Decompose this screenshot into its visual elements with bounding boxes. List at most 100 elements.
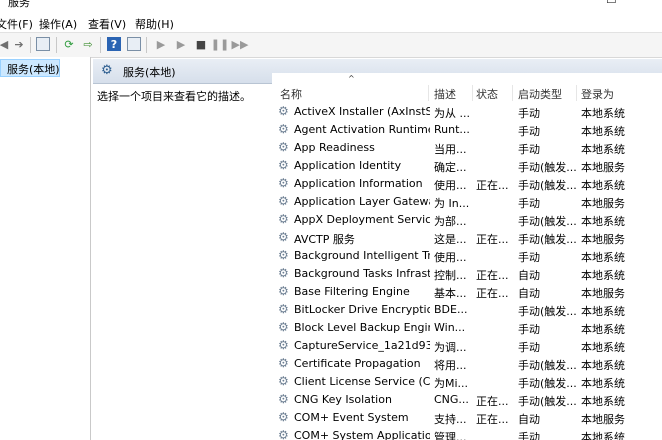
service-startup: 手动 [518,323,540,336]
table-row[interactable]: ⚙ AVCTP 服务 这是... 正在... 手动(触发... 本地服务 [272,228,662,246]
table-row[interactable]: ⚙ Application Identity 确定... 手动(触发... 本地服务 [272,156,662,174]
service-gear-icon: ⚙ [278,267,289,279]
service-status: 正在... [476,413,509,426]
service-logon: 本地系统 [581,341,625,354]
menu-help[interactable]: 帮助(H) [135,16,174,32]
service-gear-icon: ⚙ [278,123,289,135]
service-gear-icon: ⚙ [278,177,289,189]
service-logon: 本地系统 [581,431,625,440]
service-gear-icon: ⚙ [278,213,289,225]
table-row[interactable]: ⚙ Client License Service (Clip... 为Mi... 手动… [272,372,662,390]
table-row[interactable]: ⚙ Application Information 使用... 正在... 手动(触发.… [272,174,662,192]
table-row[interactable]: ⚙ AppX Deployment Service ... 为部... 手动(触发..… [272,210,662,228]
export-icon[interactable]: ⇨ [81,37,95,51]
service-name: Background Tasks Infrastru... [294,267,430,280]
description-text: 选择一个项目来查看它的描述。 [97,90,251,103]
service-name: Application Layer Gateway ... [294,195,430,208]
service-logon: 本地系统 [581,323,625,336]
menu-file[interactable]: 文件(F) [0,16,33,32]
service-desc: 确定... [434,161,467,174]
toolbar: ◀ ➔ ⟳ ⇨ ? ▶ ▶ ■ ❚❚ ▶▶ [0,32,662,58]
help-icon[interactable]: ? [107,37,121,51]
stop-icon[interactable]: ■ [194,37,208,51]
service-desc: BDE... [434,303,468,316]
service-logon: 本地系统 [581,125,625,138]
table-row[interactable]: ⚙ Block Level Backup Engine ... Win... 手动 本地… [272,318,662,336]
back-arrow-icon[interactable]: ◀ [0,37,11,51]
table-row[interactable]: ⚙ Background Intelligent Tra... 使用... 手动 本地系… [272,246,662,264]
table-row[interactable]: ⚙ CNG Key Isolation CNG... 正在... 手动(触发... 本地系… [272,390,662,408]
service-startup: 手动(触发... [518,233,577,246]
service-logon: 本地系统 [581,377,625,390]
service-startup: 自动 [518,269,540,282]
service-gear-icon: ⚙ [278,321,289,333]
tree-item-label: 服务(本地) [7,63,60,76]
service-gear-icon: ⚙ [278,393,289,405]
service-name: BitLocker Drive Encryption ... [294,303,430,316]
service-startup: 手动(触发... [518,161,577,174]
service-startup: 手动 [518,125,540,138]
service-startup: 手动(触发... [518,305,577,318]
service-name: Block Level Backup Engine ... [294,321,430,334]
service-name: Certificate Propagation [294,357,421,370]
table-row[interactable]: ⚙ COM+ Event System 支持... 正在... 自动 本地服务 [272,408,662,426]
col-logon[interactable]: 登录为 [581,86,614,102]
service-status: 正在... [476,395,509,408]
pane-title: 服务(本地) [123,66,176,79]
table-row[interactable]: ⚙ COM+ System Application 管理... 手动 本地系统 [272,426,662,440]
table-row[interactable]: ⚙ Background Tasks Infrastru... 控制... 正在...… [272,264,662,282]
col-name[interactable]: 名称 [280,86,302,102]
pause-icon[interactable]: ❚❚ [211,37,229,51]
table-row[interactable]: ⚙ App Readiness 当用... 手动 本地系统 [272,138,662,156]
service-startup: 手动 [518,251,540,264]
service-name: Application Information [294,177,423,190]
table-row[interactable]: ⚙ Agent Activation Runtime_... Runt... 手动 本地… [272,120,662,138]
table-row[interactable]: ⚙ ActiveX Installer (AxInstSV) 为从 ... 手动 本地系… [272,102,662,120]
service-logon: 本地系统 [581,143,625,156]
maximize-icon[interactable]: ☐ [606,0,617,6]
service-name: AVCTP 服务 [294,233,355,246]
service-desc: 基本... [434,287,467,300]
service-gear-icon: ⚙ [278,411,289,423]
service-desc: 支持... [434,413,467,426]
service-startup: 手动 [518,341,540,354]
play-icon[interactable]: ▶ [174,37,188,51]
table-row[interactable]: ⚙ Certificate Propagation 将用... 手动(触发... 本地系… [272,354,662,372]
service-status: 正在... [476,269,509,282]
col-status[interactable]: 状态 [476,86,498,102]
properties-icon[interactable] [127,37,141,51]
col-desc[interactable]: 描述 [434,86,456,102]
service-desc: 控制... [434,269,467,282]
table-row[interactable]: ⚙ CaptureService_1a21d934 为调... 手动 本地系统 [272,336,662,354]
service-desc: 为部... [434,215,467,228]
service-logon: 本地系统 [581,215,625,228]
service-logon: 本地服务 [581,233,625,246]
tree-item-services-local[interactable]: 服务(本地) [0,59,60,77]
service-startup: 手动(触发... [518,359,577,372]
menu-action[interactable]: 操作(A) [39,16,77,32]
service-desc: 为从 ... [434,107,470,120]
service-gear-icon: ⚙ [278,105,289,117]
start-icon[interactable]: ▶ [154,37,168,51]
forward-arrow-icon[interactable]: ➔ [12,37,26,51]
service-gear-icon: ⚙ [278,339,289,351]
refresh-icon[interactable]: ⟳ [62,37,76,51]
service-logon: 本地系统 [581,107,625,120]
service-desc: 使用... [434,251,467,264]
table-row[interactable]: ⚙ BitLocker Drive Encryption ... BDE... 手动(… [272,300,662,318]
service-status: 正在... [476,287,509,300]
service-gear-icon: ⚙ [278,285,289,297]
service-desc: 这是... [434,233,467,246]
table-row[interactable]: ⚙ Base Filtering Engine 基本... 正在... 自动 本地服务 [272,282,662,300]
service-name: CaptureService_1a21d934 [294,339,430,352]
col-startup[interactable]: 启动类型 [518,86,562,102]
table-row[interactable]: ⚙ Application Layer Gateway ... 为 In... 手动 本… [272,192,662,210]
service-desc: 管理... [434,431,467,440]
service-name: COM+ Event System [294,411,409,424]
service-gear-icon: ⚙ [278,141,289,153]
service-logon: 本地系统 [581,359,625,372]
menu-view[interactable]: 查看(V) [88,16,126,32]
restart-icon[interactable]: ▶▶ [232,37,249,51]
menu-bar: 文件(F) 操作(A) 查看(V) 帮助(H) [0,14,662,32]
console-tree-icon[interactable] [36,37,50,51]
